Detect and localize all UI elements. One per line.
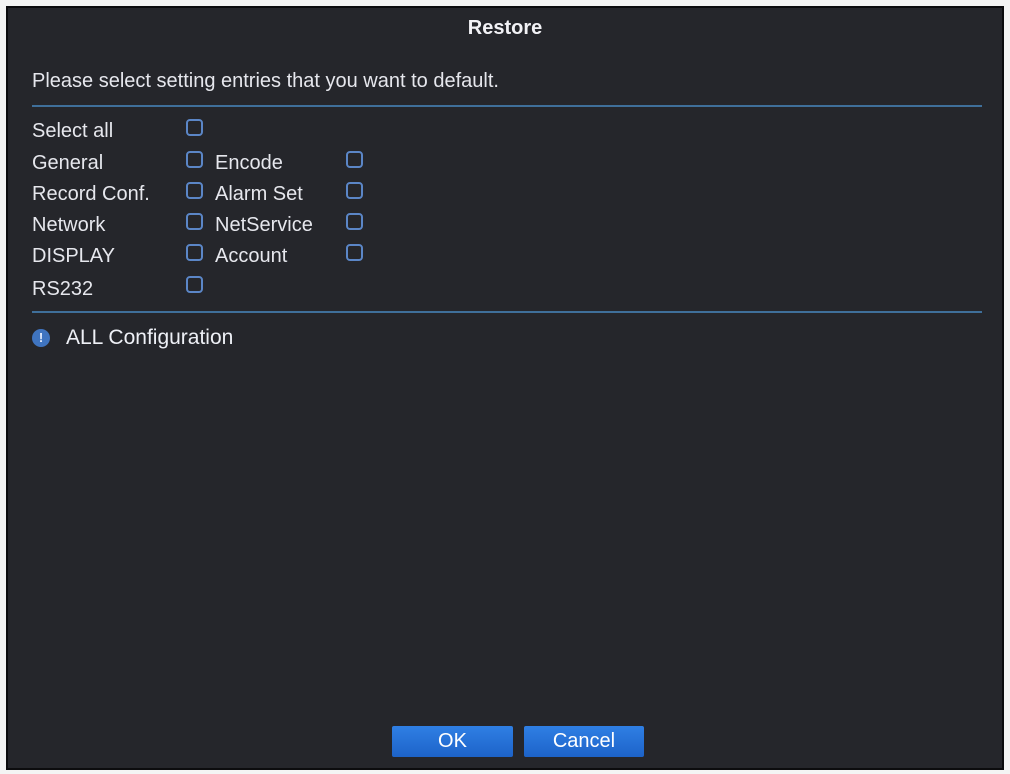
display-checkbox[interactable]: [186, 244, 203, 261]
instruction-text: Please select setting entries that you w…: [32, 70, 499, 92]
netservice-label: NetService: [215, 214, 313, 236]
general-checkbox[interactable]: [186, 151, 203, 168]
info-row: ! ALL Configuration: [32, 326, 233, 350]
display-label: DISPLAY: [32, 245, 115, 267]
cancel-button[interactable]: Cancel: [524, 726, 644, 757]
select-all-checkbox[interactable]: [186, 119, 203, 136]
restore-dialog: Restore Please select setting entries th…: [6, 6, 1004, 770]
bottom-divider: [32, 311, 982, 313]
alarm-set-checkbox[interactable]: [346, 182, 363, 199]
record-conf-checkbox[interactable]: [186, 182, 203, 199]
top-divider: [32, 105, 982, 107]
account-checkbox[interactable]: [346, 244, 363, 261]
info-icon: !: [32, 329, 50, 347]
network-label: Network: [32, 214, 106, 236]
network-checkbox[interactable]: [186, 213, 203, 230]
rs232-checkbox[interactable]: [186, 276, 203, 293]
rs232-label: RS232: [32, 278, 94, 300]
alarm-set-label: Alarm Set: [215, 183, 303, 205]
dialog-title: Restore: [467, 17, 543, 39]
encode-checkbox[interactable]: [346, 151, 363, 168]
account-label: Account: [215, 245, 288, 267]
general-label: General: [32, 152, 104, 174]
encode-label: Encode: [215, 152, 283, 174]
info-text: ALL Configuration: [66, 326, 234, 349]
ok-button[interactable]: OK: [392, 726, 513, 757]
select-all-label: Select all: [32, 120, 114, 142]
netservice-checkbox[interactable]: [346, 213, 363, 230]
record-conf-label: Record Conf.: [32, 183, 150, 205]
